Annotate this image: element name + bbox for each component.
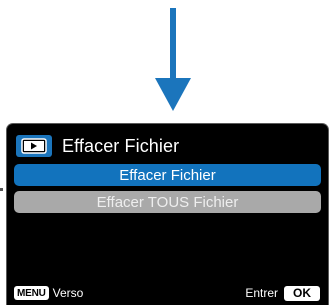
menu-item-delete-all-files[interactable]: Effacer TOUS Fichier [14, 191, 321, 213]
enter-hint[interactable]: Entrer OK [245, 285, 320, 301]
footer-bar: MENU Verso Entrer OK [14, 285, 320, 301]
back-label: Verso [52, 286, 84, 300]
page: Effacer Fichier Effacer Fichier Effacer … [0, 0, 336, 305]
menu-key-badge: MENU [14, 286, 49, 300]
ok-key-badge: OK [284, 285, 320, 301]
menu-item-delete-file[interactable]: Effacer Fichier [14, 164, 321, 186]
back-hint[interactable]: MENU Verso [14, 286, 83, 300]
enter-label: Entrer [245, 286, 278, 300]
menu-header: Effacer Fichier [16, 135, 179, 157]
device-screen: Effacer Fichier Effacer Fichier Effacer … [6, 123, 329, 305]
down-arrow-indicator [155, 8, 191, 111]
play-icon [16, 135, 52, 157]
page-title: Effacer Fichier [62, 135, 180, 156]
edge-mark [0, 188, 3, 191]
